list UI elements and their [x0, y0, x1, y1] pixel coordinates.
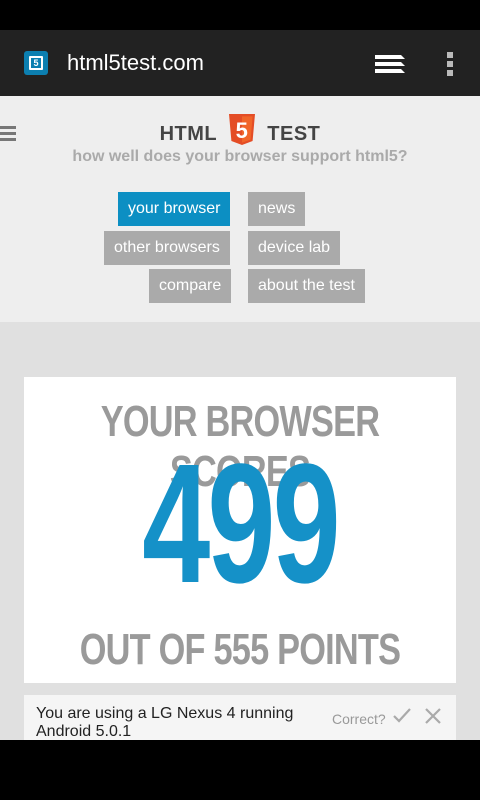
- nav-device-lab[interactable]: device lab: [248, 231, 341, 265]
- nav-compare[interactable]: compare: [149, 269, 232, 303]
- site-favicon-icon: 5: [24, 51, 48, 75]
- site-header: HTML 5 TEST how well does your browser s…: [0, 96, 480, 322]
- logo-badge-text: 5: [236, 118, 249, 143]
- device-message: You are using a LG Nexus 4 running Andro…: [36, 705, 294, 740]
- nav-your-browser[interactable]: your browser: [118, 192, 231, 226]
- system-navigation-bar: [0, 740, 480, 800]
- check-icon[interactable]: [392, 707, 412, 725]
- correct-label: Correct?: [332, 711, 386, 727]
- url-bar[interactable]: html5test.com: [67, 50, 204, 76]
- tabs-icon[interactable]: [374, 52, 406, 76]
- nav-other-browsers[interactable]: other browsers: [104, 231, 230, 265]
- score-value: 499: [142, 429, 340, 619]
- device-detection-card: You are using a LG Nexus 4 running Andro…: [24, 695, 456, 740]
- nav-news[interactable]: news: [248, 192, 306, 226]
- site-logo[interactable]: HTML 5 TEST: [0, 114, 480, 148]
- score-card: YOUR BROWSER SCORES 499 OUT OF 555 POINT…: [24, 377, 456, 683]
- nav-about-the-test[interactable]: about the test: [248, 269, 365, 303]
- browser-toolbar: 5 html5test.com: [0, 30, 480, 96]
- web-page: HTML 5 TEST how well does your browser s…: [0, 96, 480, 740]
- close-icon[interactable]: [424, 707, 442, 725]
- site-tagline: how well does your browser support html5…: [72, 148, 408, 165]
- status-bar: [0, 0, 480, 30]
- score-total: OUT OF 555 POINTS: [79, 625, 401, 674]
- html5-shield-icon: 5: [229, 114, 256, 145]
- overflow-menu-icon[interactable]: [440, 50, 460, 78]
